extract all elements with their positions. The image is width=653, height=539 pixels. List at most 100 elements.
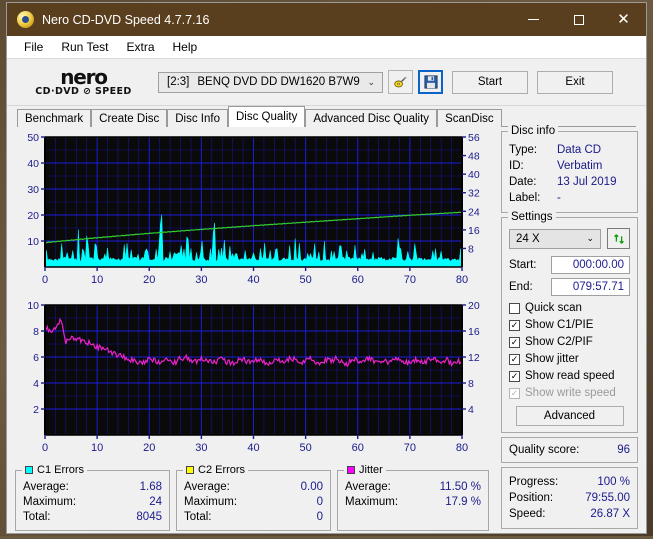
stats-row: C1 Errors Average: 1.68 Maximum: 24 Tota… <box>15 464 495 531</box>
disc-icon <box>17 11 34 28</box>
end-field-row: End: 079:57.71 <box>509 278 630 296</box>
menu-bar: File Run Test Extra Help <box>7 36 646 59</box>
disc-type-row: Type: Data CD <box>509 142 630 158</box>
c1-maximum-value: 24 <box>149 496 162 508</box>
svg-text:30: 30 <box>195 274 207 286</box>
disc-eject-icon <box>394 76 407 87</box>
disc-label-label: Label: <box>509 192 541 204</box>
end-input[interactable]: 079:57.71 <box>551 278 630 296</box>
svg-text:16: 16 <box>468 225 480 237</box>
svg-text:40: 40 <box>468 169 480 181</box>
nero-logo: nero CD·DVD ⊘ SPEED <box>21 67 146 97</box>
menu-help[interactable]: Help <box>164 38 207 56</box>
chevron-down-icon: ⌄ <box>586 233 594 243</box>
tab-scandisc[interactable]: ScanDisc <box>437 109 502 127</box>
svg-text:20: 20 <box>27 210 39 222</box>
checkbox-icon <box>509 302 520 314</box>
c1-errors-chart: 10 20 30 40 50 8 16 24 32 40 48 56 0 10 20 30 40 50 60 70 80 <box>15 131 495 296</box>
disc-type-label: Type: <box>509 144 538 156</box>
minimize-button[interactable] <box>511 3 556 36</box>
jitter-average-label: Average: <box>345 481 391 493</box>
jitter-title: Jitter <box>344 464 386 476</box>
drive-select[interactable]: [2:3] BENQ DVD DD DW1620 B7W9 ⌄ <box>158 71 383 93</box>
svg-text:8: 8 <box>468 378 474 390</box>
svg-text:8: 8 <box>33 326 39 338</box>
menu-run-test[interactable]: Run Test <box>52 38 117 56</box>
maximize-button[interactable] <box>556 3 601 36</box>
svg-text:30: 30 <box>27 184 39 196</box>
tab-advanced-disc-quality[interactable]: Advanced Disc Quality <box>305 109 438 127</box>
window-title: Nero CD-DVD Speed 4.7.7.16 <box>42 12 210 27</box>
checkbox-icon: ✓ <box>509 319 520 331</box>
disc-label-row: Label: - <box>509 190 630 206</box>
position-label: Position: <box>509 492 554 504</box>
c2-maximum-row: Maximum: 0 <box>184 495 323 510</box>
menu-file[interactable]: File <box>15 38 52 56</box>
svg-text:56: 56 <box>468 132 480 144</box>
checkbox-show-jitter[interactable]: ✓ Show jitter <box>509 351 630 367</box>
speed-row-status: Speed: 26.87 X <box>509 506 630 522</box>
checkbox-show-c2-pif[interactable]: ✓ Show C2/PIF <box>509 334 630 350</box>
speed-select[interactable]: 24 X ⌄ <box>509 228 601 249</box>
svg-text:50: 50 <box>300 274 312 286</box>
quality-score-label: Quality score: <box>509 444 580 456</box>
toolbar: nero CD·DVD ⊘ SPEED [2:3] BENQ DVD DD DW… <box>7 59 646 106</box>
charts-column: 10 20 30 40 50 8 16 24 32 40 48 56 0 10 20 30 40 50 60 70 80… <box>15 131 495 533</box>
refresh-button[interactable] <box>607 228 630 249</box>
exit-button[interactable]: Exit <box>537 70 613 94</box>
c2-average-row: Average: 0.00 <box>184 480 323 495</box>
c1-total-label: Total: <box>23 511 51 523</box>
checkbox-show-read-speed-label: Show read speed <box>525 370 615 382</box>
c2-total-row: Total: 0 <box>184 510 323 525</box>
svg-text:0: 0 <box>42 442 48 454</box>
save-button[interactable] <box>418 70 443 94</box>
c1-total-row: Total: 8045 <box>23 510 162 525</box>
c2-average-value: 0.00 <box>300 481 323 493</box>
drive-name-label: BENQ DVD DD DW1620 B7W9 <box>197 76 360 88</box>
c1-average-value: 1.68 <box>139 481 162 493</box>
progress-label: Progress: <box>509 476 559 488</box>
c1-errors-title-text: C1 Errors <box>37 464 85 476</box>
tab-benchmark[interactable]: Benchmark <box>17 109 92 127</box>
nero-cd-dvd-speed-window: Nero CD-DVD Speed 4.7.7.16 ✕ File Run Te… <box>6 2 647 534</box>
svg-text:2: 2 <box>33 404 39 416</box>
checkbox-icon: ✓ <box>509 387 520 399</box>
svg-text:50: 50 <box>300 442 312 454</box>
jitter-box: Jitter Average: 11.50 % Maximum: 17.9 % <box>337 464 489 531</box>
tab-disc-quality[interactable]: Disc Quality <box>228 106 306 127</box>
checkbox-show-c2-pif-label: Show C2/PIF <box>525 336 593 348</box>
title-bar: Nero CD-DVD Speed 4.7.7.16 ✕ <box>7 3 646 36</box>
svg-text:10: 10 <box>27 300 39 312</box>
checkbox-show-write-speed: ✓ Show write speed <box>509 385 630 401</box>
svg-text:30: 30 <box>195 442 207 454</box>
c2-total-label: Total: <box>184 511 212 523</box>
c1-maximum-row: Maximum: 24 <box>23 495 162 510</box>
svg-text:16: 16 <box>468 326 480 338</box>
tab-create-disc[interactable]: Create Disc <box>91 109 168 127</box>
refresh-icon <box>613 233 624 244</box>
start-button[interactable]: Start <box>452 70 528 94</box>
c1-average-label: Average: <box>23 481 69 493</box>
menu-extra[interactable]: Extra <box>117 38 163 56</box>
jitter-average-row: Average: 11.50 % <box>345 480 481 495</box>
speed-value: 26.87 X <box>590 508 630 520</box>
checkbox-show-write-speed-label: Show write speed <box>525 387 616 399</box>
svg-text:12: 12 <box>468 352 480 364</box>
start-input[interactable]: 000:00.00 <box>551 256 630 274</box>
svg-text:20: 20 <box>143 274 155 286</box>
c1-maximum-label: Maximum: <box>23 496 77 508</box>
svg-text:80: 80 <box>456 274 468 286</box>
checkbox-show-c1-pie[interactable]: ✓ Show C1/PIE <box>509 317 630 333</box>
close-button[interactable]: ✕ <box>601 3 646 36</box>
c2-errors-box: C2 Errors Average: 0.00 Maximum: 0 Total… <box>176 464 331 531</box>
checkbox-show-read-speed[interactable]: ✓ Show read speed <box>509 368 630 384</box>
svg-text:40: 40 <box>247 442 259 454</box>
checkbox-quick-scan[interactable]: Quick scan <box>509 300 630 316</box>
advanced-button[interactable]: Advanced <box>515 406 624 426</box>
svg-text:4: 4 <box>468 404 474 416</box>
jitter-color-swatch <box>347 466 355 474</box>
disc-date-row: Date: 13 Jul 2019 <box>509 174 630 190</box>
disc-eject-button[interactable] <box>388 70 413 94</box>
svg-text:4: 4 <box>33 378 39 390</box>
tab-disc-info[interactable]: Disc Info <box>167 109 228 127</box>
